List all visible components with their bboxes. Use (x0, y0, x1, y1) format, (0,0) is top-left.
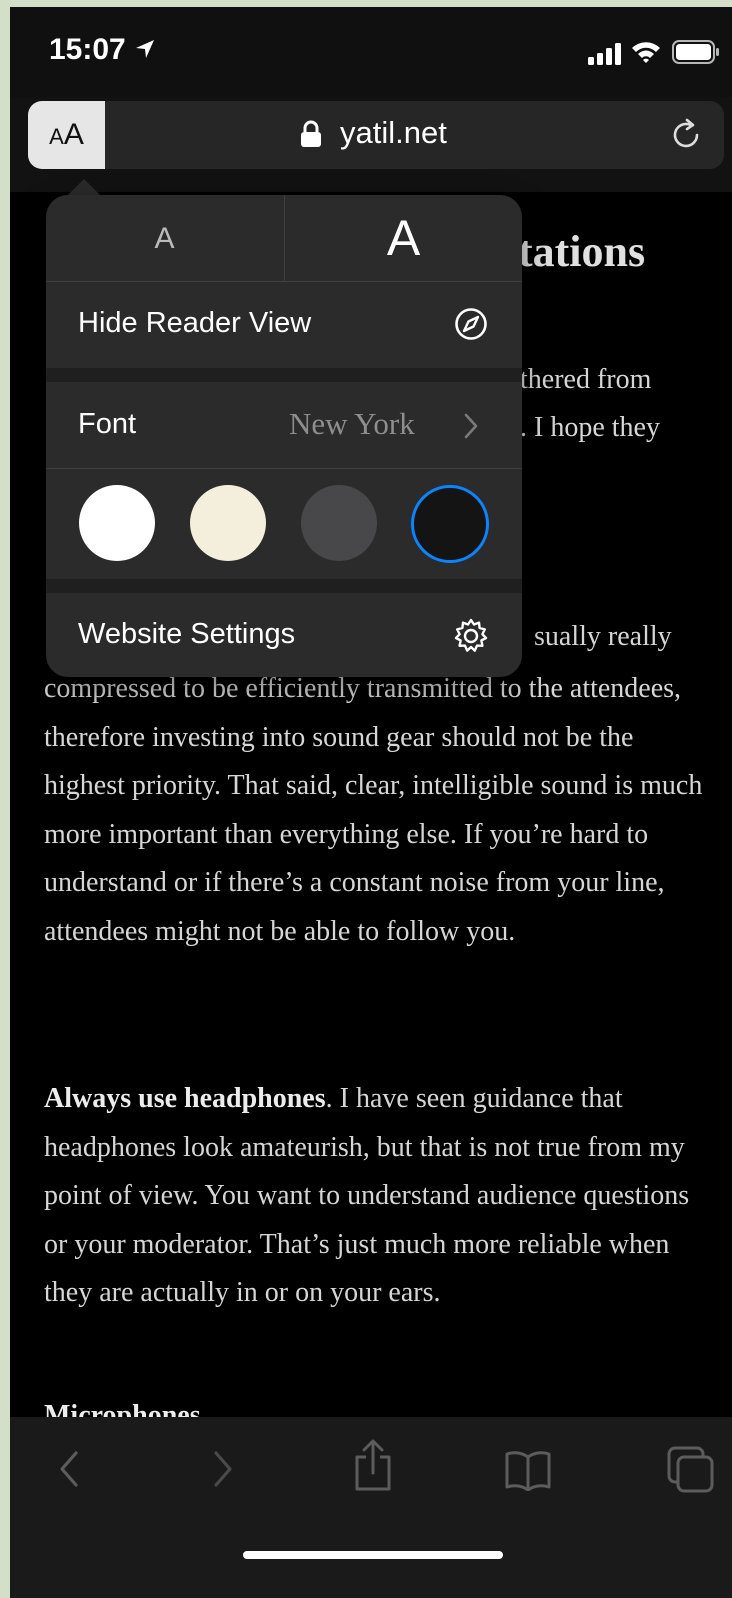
section-separator (46, 579, 522, 593)
decrease-text-size-button[interactable]: A (46, 195, 283, 281)
status-bar: 15:07 (10, 7, 732, 97)
lock-icon (300, 120, 322, 153)
location-arrow-icon (134, 38, 156, 65)
website-settings-row[interactable]: Website Settings (46, 593, 522, 677)
article-text-fragment: thered from (520, 364, 652, 395)
text-size-controls: A A (46, 195, 522, 282)
theme-gray-swatch[interactable] (301, 485, 377, 561)
reader-settings-button[interactable]: AA (28, 101, 105, 169)
bottom-toolbar (10, 1417, 732, 1598)
phone-screen: 15:07 AA yatil.net tations thered from .… (10, 7, 732, 1598)
hide-reader-view-row[interactable]: Hide Reader View (46, 282, 522, 368)
article-paragraph: Always use headphones. I have seen guida… (44, 1075, 714, 1318)
website-settings-label: Website Settings (78, 618, 296, 650)
theme-black-swatch[interactable] (411, 485, 489, 563)
bookmarks-icon[interactable] (504, 1449, 552, 1496)
share-icon[interactable] (353, 1439, 393, 1496)
back-icon[interactable] (54, 1449, 84, 1494)
theme-picker (46, 469, 522, 579)
paragraph-text: . I have seen guidance that headphones l… (44, 1083, 690, 1308)
font-row[interactable]: Font New York (46, 382, 522, 469)
paragraph-emphasis: Always use headphones (44, 1083, 326, 1114)
article-paragraph: compressed to be efficiently transmitted… (44, 673, 703, 947)
status-time: 15:07 (49, 33, 126, 66)
url-text[interactable]: yatil.net (340, 115, 447, 151)
battery-icon (672, 40, 720, 69)
gear-icon (452, 617, 490, 663)
reload-icon[interactable] (668, 117, 704, 158)
home-indicator (243, 1551, 503, 1559)
address-toolbar: AA yatil.net (10, 97, 732, 192)
section-separator (46, 368, 522, 382)
forward-icon[interactable] (208, 1449, 238, 1494)
theme-white-swatch[interactable] (79, 485, 155, 561)
address-bar[interactable]: AA yatil.net (28, 101, 724, 169)
hide-reader-view-label: Hide Reader View (78, 307, 312, 339)
cellular-signal-icon (588, 43, 624, 70)
compass-icon (454, 307, 488, 349)
font-label: Font (78, 408, 137, 440)
article-text-fragment: sually really (534, 621, 672, 652)
increase-text-size-button[interactable]: A (284, 195, 522, 281)
article-title: tations (518, 227, 646, 276)
chevron-right-icon (462, 412, 480, 448)
theme-sepia-swatch[interactable] (190, 485, 266, 561)
tabs-icon[interactable] (666, 1445, 716, 1498)
article-text-fragment: . I hope they (520, 412, 660, 443)
font-value: New York (289, 406, 415, 441)
reader-settings-popover: A A Hide Reader View Font New York Websi… (46, 195, 522, 677)
wifi-icon (630, 39, 662, 70)
